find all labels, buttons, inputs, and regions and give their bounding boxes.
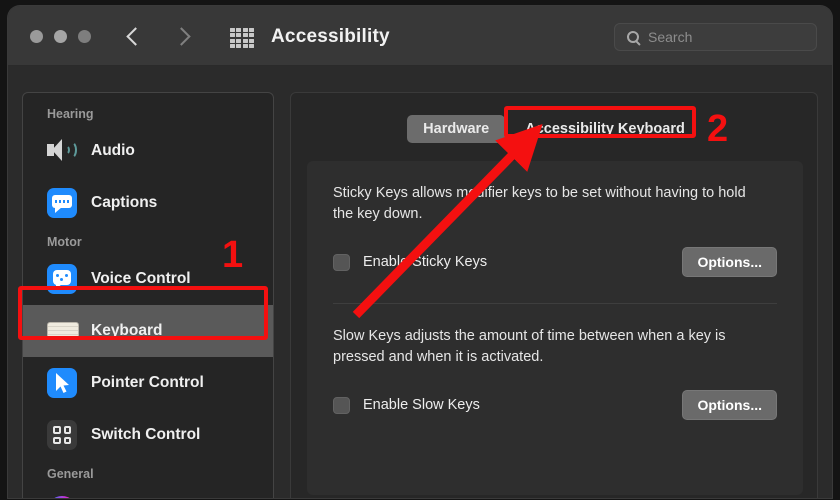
sticky-keys-description: Sticky Keys allows modifier keys to be s… [333, 185, 746, 223]
enable-slow-keys-checkbox[interactable]: Enable Slow Keys [333, 396, 480, 414]
sidebar-item-captions[interactable]: Captions [23, 177, 273, 229]
sidebar-item-label: Pointer Control [91, 374, 204, 391]
annotation-step-two: 2 [707, 108, 729, 150]
content-panel: Hardware Accessibility Keyboard Sticky K… [290, 92, 818, 498]
keyboard-icon [47, 316, 79, 346]
sidebar-item-label: Audio [91, 142, 135, 159]
pointer-control-icon [47, 368, 77, 398]
zoom-button[interactable] [78, 30, 91, 43]
audio-speaker-icon [47, 136, 77, 166]
sidebar-item-label: Switch Control [91, 426, 201, 443]
settings-panel: Sticky Keys allows modifier keys to be s… [307, 161, 803, 495]
sticky-keys-options-button[interactable]: Options... [682, 247, 777, 278]
grid-apps-icon[interactable] [230, 28, 254, 48]
slow-keys-options-button[interactable]: Options... [682, 390, 777, 421]
minimize-button[interactable] [54, 30, 67, 43]
slow-keys-row: Enable Slow Keys Options... [333, 390, 777, 421]
switch-control-icon [47, 420, 77, 450]
captions-icon [47, 188, 77, 218]
system-preferences-window: Accessibility Search Hearing Audio Capti… [8, 6, 832, 498]
sidebar-item-audio[interactable]: Audio [23, 125, 273, 177]
chevron-left-icon[interactable] [126, 23, 144, 49]
sidebar-group-hearing: Hearing [47, 107, 94, 121]
sidebar: Hearing Audio Captions Motor Voice Contr… [22, 92, 274, 498]
section-divider [333, 303, 777, 305]
tab-hardware[interactable]: Hardware [407, 115, 506, 143]
checkbox-box[interactable] [333, 253, 350, 271]
enable-sticky-keys-checkbox[interactable]: Enable Sticky Keys [333, 253, 488, 271]
sidebar-item-pointer-control[interactable]: Pointer Control [23, 357, 273, 409]
voice-control-icon [47, 264, 77, 294]
search-icon [627, 31, 639, 43]
chevron-right-icon[interactable] [172, 23, 190, 49]
checkbox-box[interactable] [333, 396, 350, 414]
sticky-keys-row: Enable Sticky Keys Options... [333, 247, 777, 278]
slow-keys-description: Slow Keys adjusts the amount of time bet… [333, 328, 726, 366]
navigation-arrows [126, 23, 190, 49]
search-input[interactable]: Search [614, 23, 817, 51]
checkbox-label: Enable Slow Keys [363, 397, 480, 414]
page-title: Accessibility [271, 26, 390, 47]
tab-bar: Hardware Accessibility Keyboard [291, 115, 817, 143]
screenshot-root: Accessibility Search Hearing Audio Capti… [0, 0, 840, 500]
sidebar-item-label: Captions [91, 194, 158, 211]
checkbox-label: Enable Sticky Keys [363, 254, 488, 271]
siri-icon [47, 496, 77, 498]
search-placeholder: Search [648, 29, 693, 45]
slow-keys-section: Slow Keys adjusts the amount of time bet… [333, 326, 777, 421]
window-titlebar: Accessibility Search [8, 6, 832, 66]
sidebar-item-siri[interactable]: Siri [23, 485, 273, 498]
close-button[interactable] [30, 30, 43, 43]
annotation-step-one: 1 [222, 234, 244, 276]
sticky-keys-section: Sticky Keys allows modifier keys to be s… [333, 183, 777, 278]
sidebar-group-general: General [47, 467, 94, 481]
sidebar-item-label: Voice Control [91, 270, 191, 287]
tab-accessibility-keyboard[interactable]: Accessibility Keyboard [509, 115, 701, 143]
sidebar-item-switch-control[interactable]: Switch Control [23, 409, 273, 461]
sidebar-item-keyboard[interactable]: Keyboard [23, 305, 273, 357]
sidebar-item-label: Keyboard [91, 322, 163, 339]
traffic-light-group [30, 30, 91, 43]
